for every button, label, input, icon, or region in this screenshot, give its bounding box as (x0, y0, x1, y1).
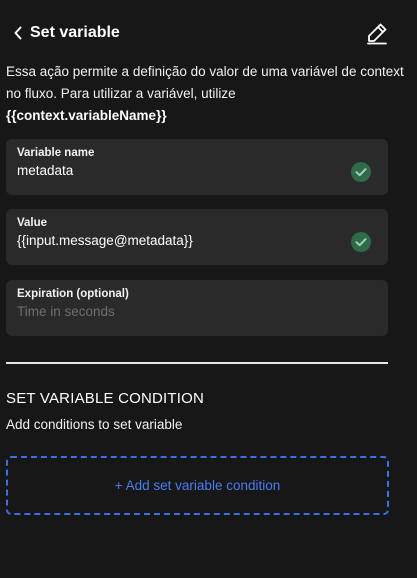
variable-name-label: Variable name (17, 147, 95, 159)
check-circle-icon (351, 162, 371, 182)
action-description: Essa ação permite a definição do valor d… (6, 61, 406, 127)
value-input[interactable] (17, 232, 337, 250)
pencil-icon (367, 23, 387, 45)
variable-name-field[interactable]: Variable name (6, 139, 388, 195)
panel-header: Set variable (0, 0, 417, 64)
value-field[interactable]: Value (6, 209, 388, 265)
add-condition-label: + Add set variable condition (114, 477, 281, 493)
expiration-field[interactable]: Expiration (optional) (6, 280, 388, 336)
condition-section-title: SET VARIABLE CONDITION (6, 390, 205, 407)
variable-name-input[interactable] (17, 162, 337, 180)
variable-reference: {{context.variableName}} (6, 108, 167, 123)
back-button[interactable] (10, 24, 26, 42)
add-condition-button[interactable]: + Add set variable condition (6, 456, 389, 515)
section-divider (6, 362, 388, 364)
edit-button[interactable] (364, 20, 390, 46)
chevron-left-icon (14, 26, 22, 40)
description-text: Essa ação permite a definição do valor d… (6, 64, 404, 101)
expiration-label: Expiration (optional) (17, 288, 129, 300)
value-label: Value (17, 217, 48, 229)
condition-section-subtitle: Add conditions to set variable (6, 417, 183, 432)
expiration-input[interactable] (17, 303, 337, 321)
page-title: Set variable (30, 24, 120, 41)
check-circle-icon (351, 232, 371, 252)
